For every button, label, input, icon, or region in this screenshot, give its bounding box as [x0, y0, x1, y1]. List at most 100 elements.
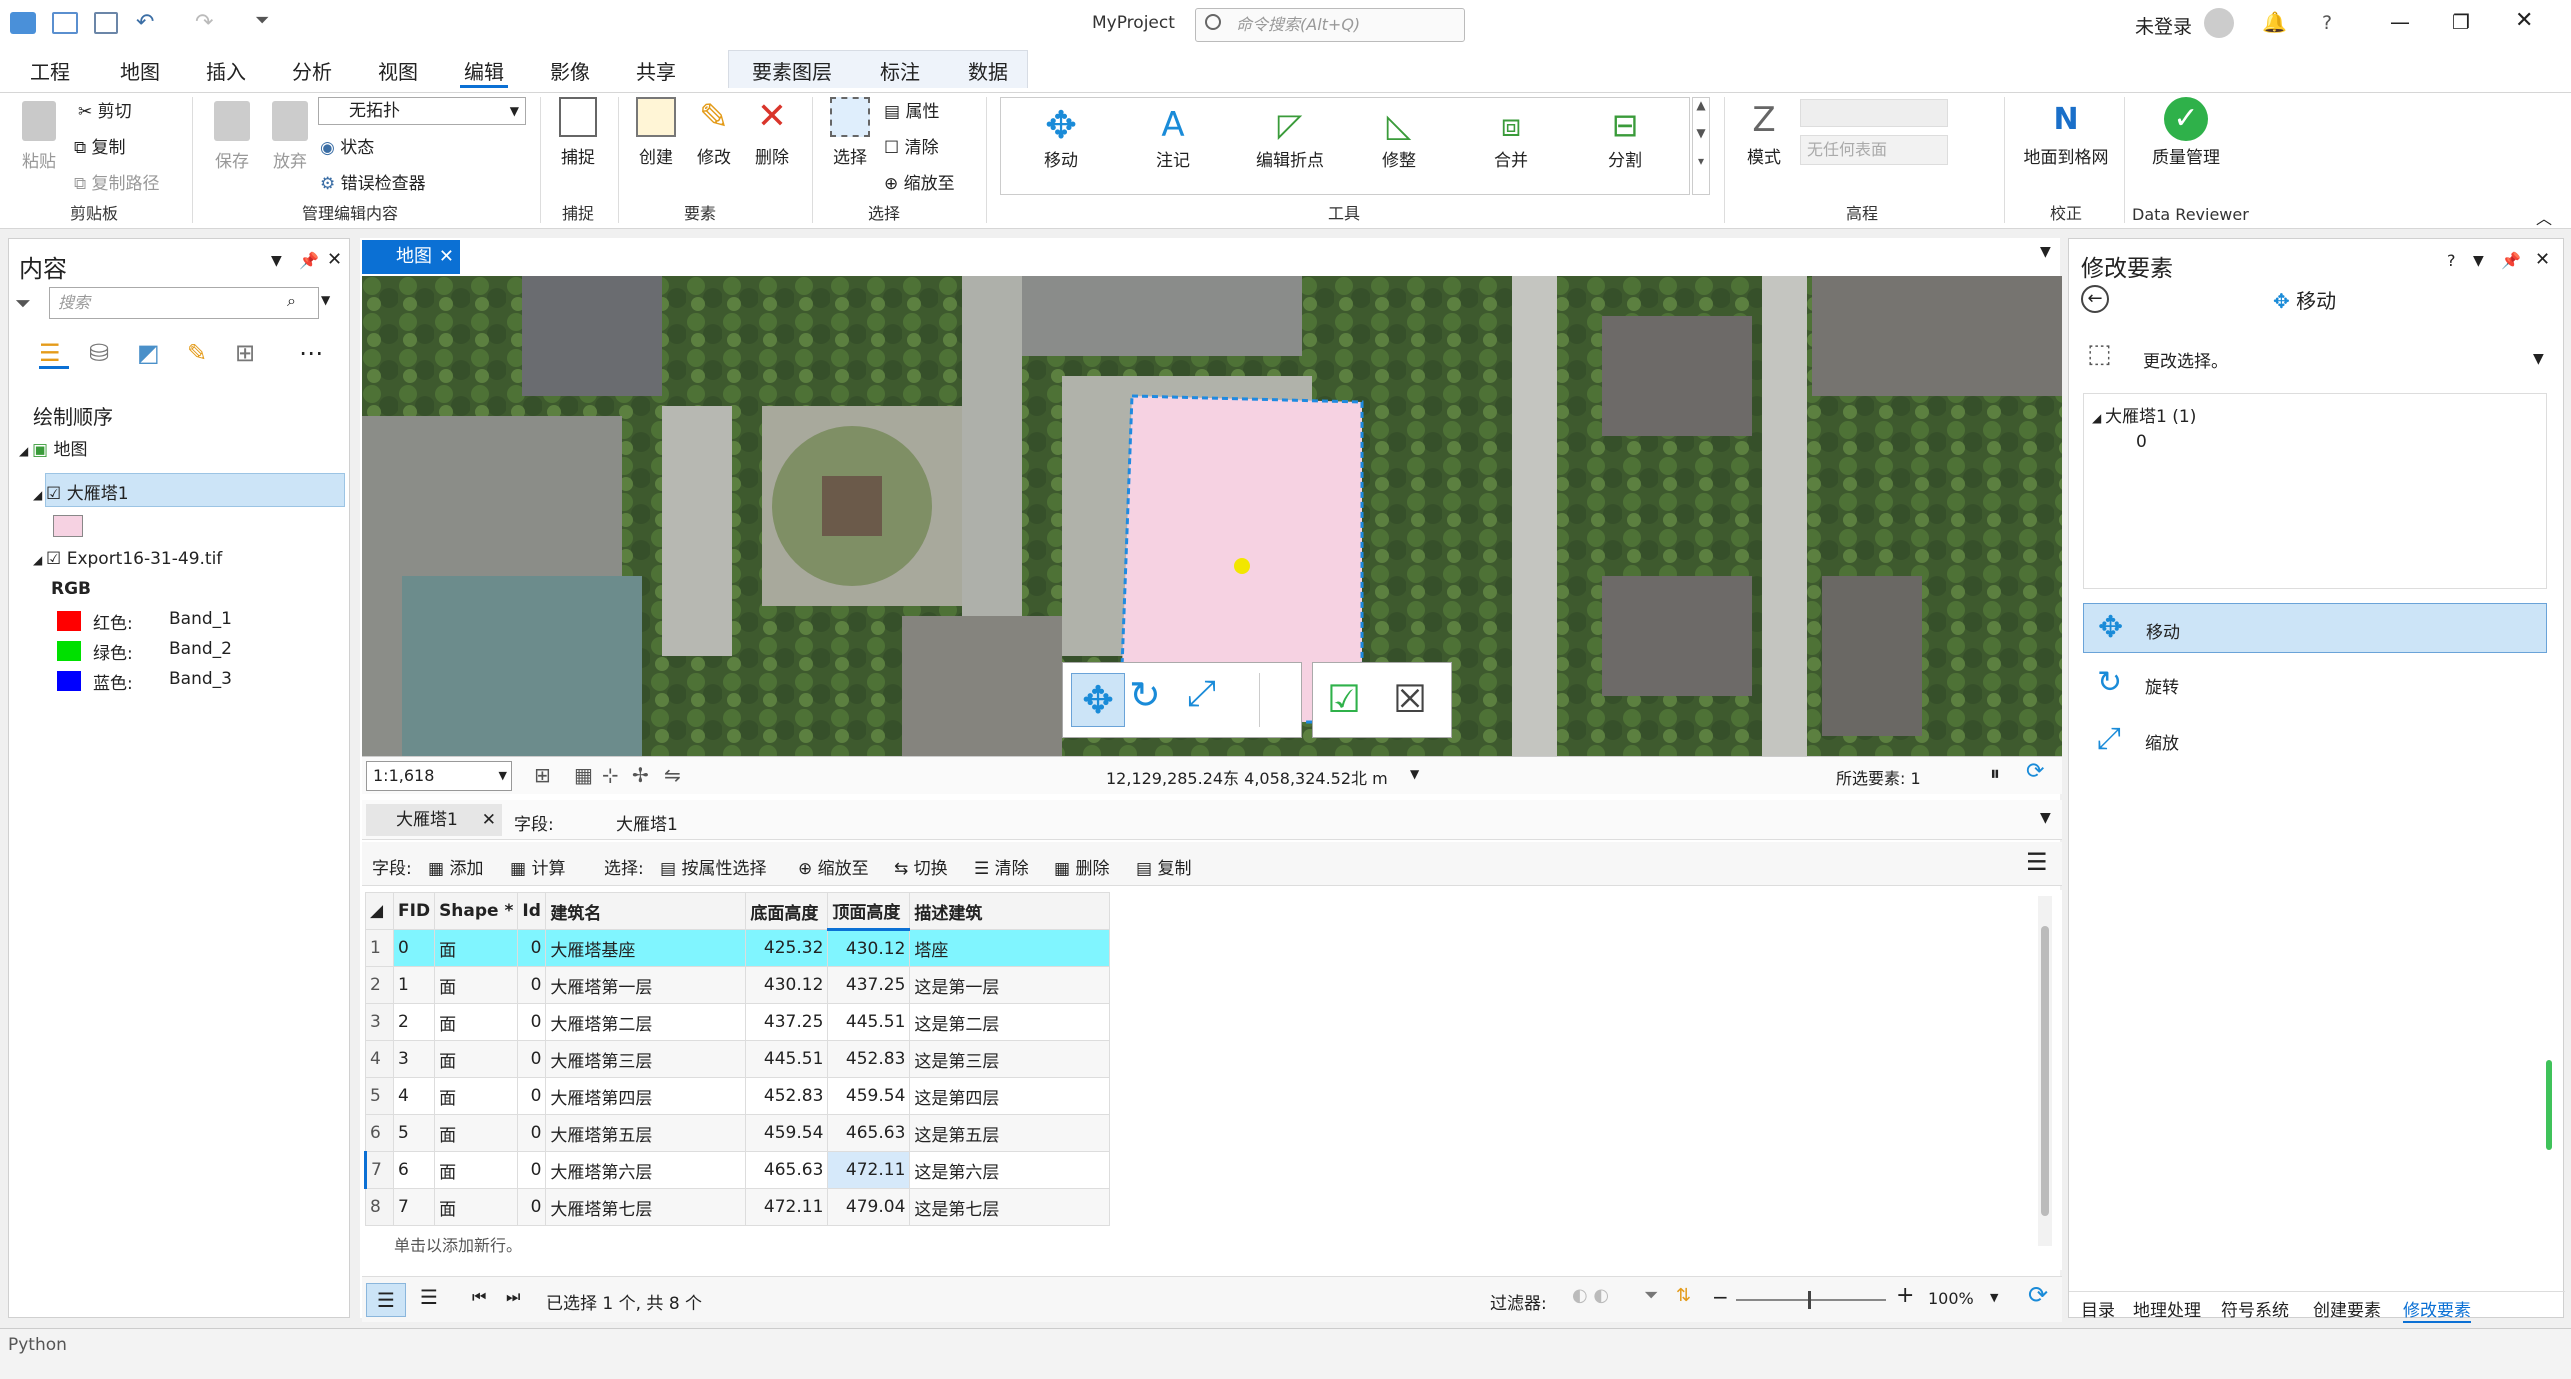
- filter-icon[interactable]: ⏷: [1644, 1285, 1658, 1306]
- checkbox-checked-icon[interactable]: ☑: [46, 549, 67, 569]
- table-row[interactable]: 5 4 面 0 大雁塔第四层 452.83 459.54 这是第四层: [365, 1077, 1111, 1115]
- cell-name[interactable]: 大雁塔第一层: [545, 966, 747, 1004]
- cell-description[interactable]: 这是第一层: [909, 966, 1111, 1004]
- copy-button[interactable]: ⧉ 复制: [74, 133, 126, 158]
- change-selection-icon[interactable]: ⬚: [2087, 339, 2112, 369]
- ground-to-grid-button[interactable]: N 地面到格网: [2016, 97, 2116, 168]
- cell-fid[interactable]: 4: [392, 1077, 436, 1115]
- avatar[interactable]: [2204, 8, 2234, 38]
- column-header-id[interactable]: Id: [517, 892, 547, 930]
- polygon-anchor[interactable]: [1234, 558, 1250, 574]
- cell-shape[interactable]: 面: [434, 1151, 519, 1189]
- delete-selected-button[interactable]: ▦ 删除: [1054, 854, 1109, 879]
- tab-overflow-icon[interactable]: ▼: [2040, 810, 2051, 826]
- cell-id[interactable]: 0: [517, 1040, 547, 1078]
- save-icon[interactable]: [94, 12, 118, 34]
- customize-icon[interactable]: ⏷: [255, 10, 269, 31]
- contents-search-input[interactable]: 搜索: [49, 287, 319, 319]
- cell-bottom-height[interactable]: 472.11: [745, 1188, 829, 1226]
- tab-feature-layer[interactable]: 要素图层: [748, 56, 836, 85]
- cell-bottom-height[interactable]: 445.51: [745, 1040, 829, 1078]
- cell-name[interactable]: 大雁塔第七层: [545, 1188, 747, 1226]
- command-search-input[interactable]: 命令搜索(Alt+Q): [1195, 8, 1465, 42]
- tab-map[interactable]: 地图: [116, 56, 164, 85]
- tab-insert[interactable]: 插入: [202, 56, 250, 85]
- row-number[interactable]: 2: [365, 966, 394, 1004]
- elevation-mode-button[interactable]: Z 模式: [1736, 97, 1792, 168]
- restore-button[interactable]: ❐: [2452, 10, 2470, 34]
- cell-fid[interactable]: 6: [392, 1151, 436, 1189]
- tab-map-view[interactable]: 地图 ✕: [362, 240, 460, 274]
- tab-symbology[interactable]: 符号系统: [2221, 1296, 2289, 1321]
- refresh-icon[interactable]: ⟳: [2026, 759, 2044, 784]
- cell-description[interactable]: 塔座: [909, 929, 1111, 967]
- notification-icon[interactable]: 🔔: [2262, 10, 2287, 34]
- table-row[interactable]: 1 0 面 0 大雁塔基座 425.32 430.12 塔座: [365, 929, 1111, 967]
- cell-bottom-height[interactable]: 430.12: [745, 966, 829, 1004]
- error-inspector-button[interactable]: ⚙ 错误检查器: [320, 169, 426, 194]
- pin-icon[interactable]: 📌: [2501, 251, 2521, 270]
- table-menu-icon[interactable]: ☰: [2026, 848, 2048, 876]
- chevron-down-icon[interactable]: ▼: [1990, 1291, 1998, 1304]
- cell-fid[interactable]: 3: [392, 1040, 436, 1078]
- cell-description[interactable]: 这是第五层: [909, 1114, 1111, 1152]
- selected-features-count[interactable]: 所选要素: 1: [1836, 765, 1921, 789]
- cell-shape[interactable]: 面: [434, 1114, 519, 1152]
- tab-imagery[interactable]: 影像: [546, 56, 594, 85]
- map-node[interactable]: ◢ ▣ 地图: [19, 435, 88, 460]
- row-number[interactable]: 1: [365, 929, 394, 967]
- gallery-scroll[interactable]: ▲ ▼ ▾: [1692, 97, 1710, 195]
- cell-description[interactable]: 这是第三层: [909, 1040, 1111, 1078]
- sign-in-label[interactable]: 未登录: [2135, 12, 2192, 39]
- table-row[interactable]: 7 6 面 0 大雁塔第六层 465.63 472.11 这是第六层: [364, 1151, 1111, 1189]
- cell-bottom-height[interactable]: 425.32: [745, 929, 829, 967]
- row-number[interactable]: 3: [365, 1003, 394, 1041]
- cell-shape[interactable]: 面: [434, 1040, 519, 1078]
- quality-management-button[interactable]: ✓ 质量管理: [2136, 97, 2236, 168]
- column-header-fid[interactable]: FID: [392, 892, 436, 930]
- cell-shape[interactable]: 面: [434, 929, 519, 967]
- option-rotate[interactable]: ↻ 旋转: [2083, 659, 2547, 709]
- zoom-to-selection-button[interactable]: ⊕ 缩放至: [884, 169, 955, 194]
- redo-icon[interactable]: ↷: [195, 10, 213, 35]
- grid-icon[interactable]: ▦: [574, 763, 593, 787]
- move-icon[interactable]: ✥: [1071, 673, 1125, 727]
- cell-fid[interactable]: 5: [392, 1114, 436, 1152]
- column-header-shape[interactable]: Shape *: [434, 892, 519, 930]
- calculate-field-button[interactable]: ▦ 计算: [510, 854, 565, 879]
- refresh-icon[interactable]: ⟳: [2028, 1281, 2048, 1309]
- add-row-hint[interactable]: 单击以添加新行。: [394, 1232, 522, 1256]
- cell-id[interactable]: 0: [517, 1077, 547, 1115]
- undo-icon[interactable]: ↶: [136, 10, 154, 35]
- discard-edits-button[interactable]: 放弃: [262, 101, 318, 172]
- delete-button[interactable]: ✕ 删除: [744, 97, 800, 169]
- change-selection-label[interactable]: 更改选择。: [2143, 347, 2228, 372]
- cancel-icon[interactable]: ☒: [1393, 677, 1427, 721]
- scale-select[interactable]: 1:1,618 ▼: [366, 761, 512, 791]
- tool-reshape[interactable]: ◺ 修整: [1359, 104, 1439, 171]
- clear-selection-button[interactable]: ☐ 清除: [884, 133, 939, 158]
- column-header-description[interactable]: 描述建筑: [909, 892, 1111, 930]
- zoom-percent[interactable]: 100%: [1928, 1289, 1974, 1308]
- pause-icon[interactable]: ⏸: [1990, 761, 2000, 785]
- tab-view[interactable]: 视图: [374, 56, 422, 85]
- tree-feature-node[interactable]: 0: [2136, 432, 2147, 452]
- table-row[interactable]: 3 2 面 0 大雁塔第二层 437.25 445.51 这是第二层: [365, 1003, 1111, 1041]
- cell-top-height[interactable]: 430.12: [827, 929, 911, 967]
- option-move[interactable]: ✥ 移动: [2083, 603, 2547, 653]
- cell-description[interactable]: 这是第二层: [909, 1003, 1111, 1041]
- cell-shape[interactable]: 面: [434, 1077, 519, 1115]
- tool-annotate[interactable]: A 注记: [1133, 104, 1213, 171]
- collapse-ribbon-icon[interactable]: ︿: [2536, 205, 2552, 229]
- cell-bottom-height[interactable]: 465.63: [745, 1151, 829, 1189]
- zoom-in-icon[interactable]: +: [1896, 1283, 1914, 1308]
- back-icon[interactable]: ←: [2081, 285, 2109, 313]
- row-number[interactable]: 5: [365, 1077, 394, 1115]
- filter-icon[interactable]: ⏷: [15, 291, 31, 315]
- tool-split[interactable]: ⊟ 分割: [1585, 104, 1665, 171]
- tab-catalog[interactable]: 目录: [2081, 1296, 2115, 1321]
- row-number[interactable]: 6: [365, 1114, 394, 1152]
- cell-id[interactable]: 0: [517, 1003, 547, 1041]
- column-header-name[interactable]: 建筑名: [545, 892, 747, 930]
- cell-bottom-height[interactable]: 437.25: [745, 1003, 829, 1041]
